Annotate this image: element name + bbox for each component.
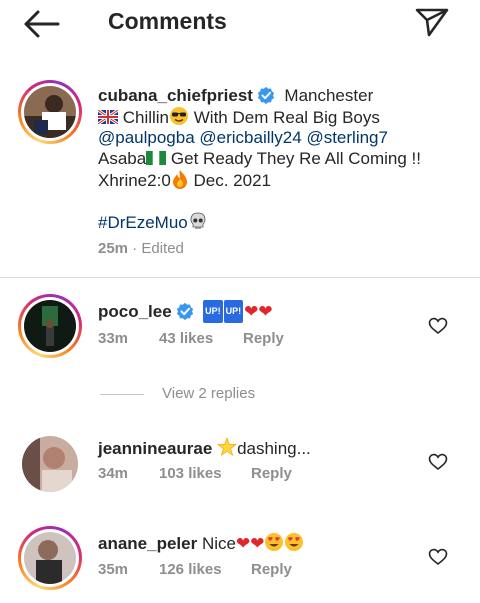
glowing-star-emoji-icon [217, 437, 238, 457]
view-replies-line [100, 394, 144, 395]
heart-outline-icon[interactable] [428, 316, 448, 336]
caption-text: Xhrine2:0 [98, 171, 171, 190]
mention-link[interactable]: @ericbailly24 [199, 128, 301, 147]
comment-avatar[interactable] [22, 436, 78, 492]
reply-button[interactable]: Reply [251, 465, 292, 482]
caption-line-2: Chillin With Dem Real Big Boys [98, 106, 380, 128]
edited-label: · Edited [132, 240, 184, 257]
comment-avatar[interactable] [18, 294, 82, 358]
avatar-photo [24, 532, 76, 584]
reply-button[interactable]: Reply [243, 330, 284, 347]
mention-link[interactable]: @sterling7 [306, 128, 388, 147]
caption-text-rest: With Dem Real Big Boys [189, 108, 380, 127]
caption-meta: 25m · Edited [98, 240, 184, 257]
comment-username[interactable]: jeannineaurae [98, 439, 212, 458]
caption-text: Get Ready They Re All Coming !! [166, 149, 422, 168]
comment-likes[interactable]: 103 likes [159, 465, 222, 482]
verified-badge-icon [257, 86, 275, 104]
comment-likes[interactable]: 43 likes [159, 330, 213, 347]
direct-send-icon[interactable] [414, 6, 450, 38]
page-title: Comments [108, 8, 227, 34]
comment-username[interactable]: anane_peler [98, 534, 197, 553]
caption-line-5: Xhrine2:0 Dec. 2021 [98, 169, 271, 191]
up-emoji-badge: UP! [203, 300, 223, 323]
arrow-left-icon[interactable] [22, 8, 62, 40]
caption-avatar[interactable] [18, 80, 82, 144]
comment-meta: 33m [98, 330, 128, 347]
avatar-photo [24, 300, 76, 352]
caption-time: 25m [98, 240, 129, 257]
verified-badge-icon [176, 302, 193, 320]
sunglasses-emoji-icon [170, 107, 189, 125]
view-replies-button[interactable]: View 2 replies [162, 385, 255, 402]
comment-username[interactable]: poco_lee [98, 302, 172, 321]
caption-text: Dec. 2021 [188, 171, 272, 190]
comment-text-line: anane_peler Nice❤❤ [98, 532, 304, 555]
comment-time: 33m [98, 330, 129, 347]
heart-outline-icon[interactable] [428, 547, 448, 567]
caption-line-1: cubana_chiefpriest Manchester [98, 85, 373, 106]
caption-line-4: Asaba Get Ready They Re All Coming !! [98, 148, 421, 169]
comment-time: 34m [98, 465, 129, 482]
caption-line-hashtag: #DrEzeMuo [98, 211, 208, 233]
comment-avatar[interactable] [18, 526, 82, 590]
comment-text-line: jeannineaurae dashing... [98, 437, 311, 459]
comment-time: 35m [98, 561, 129, 578]
caption-divider [0, 277, 480, 278]
mention-link[interactable]: @paulpogba [98, 128, 195, 147]
fire-emoji-icon [172, 170, 187, 189]
heart-eyes-emoji-icon [285, 533, 304, 551]
caption-text: Chillin [118, 108, 170, 127]
caption-location: Manchester [284, 86, 374, 105]
reply-button[interactable]: Reply [251, 561, 292, 578]
caption-username[interactable]: cubana_chiefpriest [98, 86, 253, 105]
red-heart-emojis: ❤❤ [235, 534, 265, 554]
heart-outline-icon[interactable] [428, 452, 448, 472]
avatar-photo [22, 436, 78, 492]
comment-text-line: poco_lee UP! UP! ❤❤ [98, 300, 273, 323]
comment-likes[interactable]: 126 likes [159, 561, 222, 578]
comment-text: dashing... [237, 439, 311, 458]
red-heart-emojis: ❤❤ [244, 302, 273, 322]
header-bar: Comments [0, 0, 480, 46]
nigeria-flag-icon [146, 151, 167, 165]
caption-text: Asaba [98, 149, 147, 168]
heart-eyes-emoji-icon [265, 533, 284, 551]
avatar-photo [24, 86, 76, 138]
uk-flag-icon [98, 110, 118, 124]
caption-line-3: @paulpogba @ericbailly24 @sterling7 [98, 127, 388, 148]
up-emoji-badge: UP! [223, 300, 244, 323]
comment-text: Nice [201, 534, 236, 553]
hashtag-link[interactable]: #DrEzeMuo [98, 213, 188, 232]
skull-emoji-icon [190, 212, 206, 229]
